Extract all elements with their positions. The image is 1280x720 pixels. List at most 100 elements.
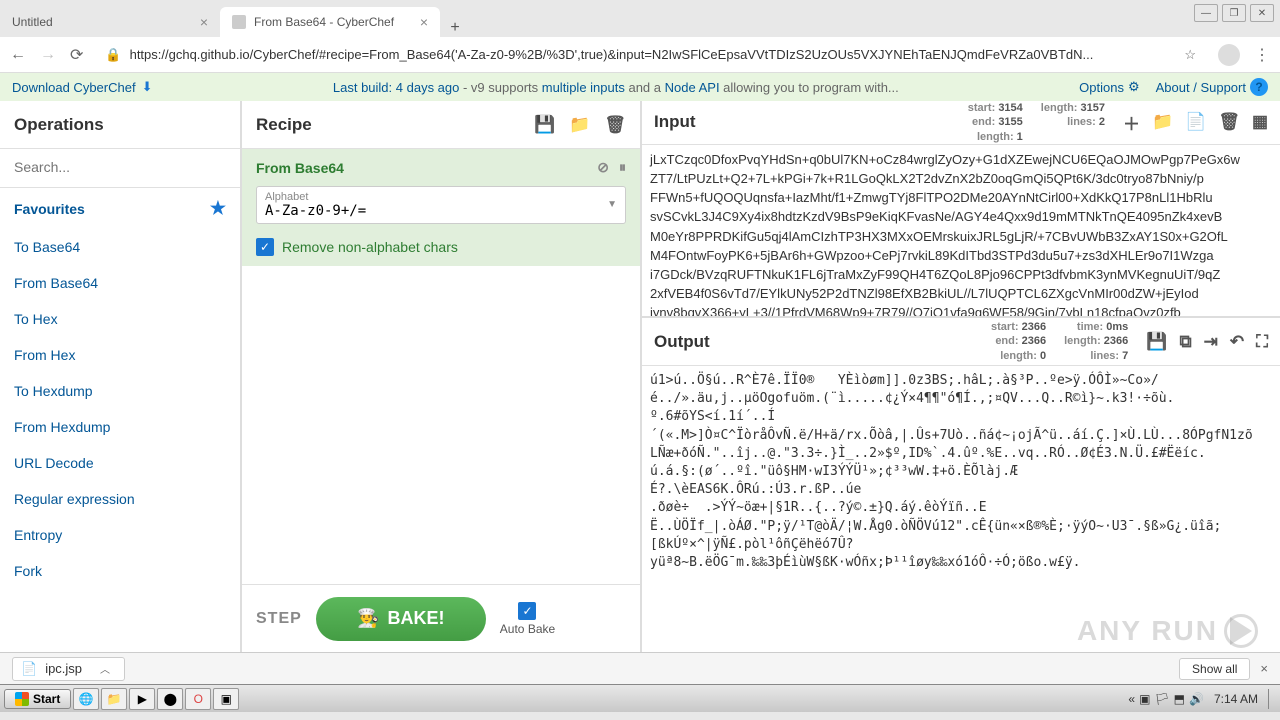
file-icon: 📄 [21, 661, 37, 677]
flag-icon[interactable]: 🏳 [1154, 692, 1169, 706]
output-header: Output start: 2366end: 2366length: 0 tim… [642, 318, 1280, 366]
url-bar[interactable]: 🔒 https://gchq.github.io/CyberChef/#reci… [97, 47, 1204, 63]
recipe-title: Recipe 💾 📁 🗑 [242, 101, 640, 149]
tab-cyberchef[interactable]: From Base64 - CyberChef × [220, 7, 440, 37]
help-icon: ? [1250, 78, 1268, 96]
op-to-hexdump[interactable]: To Hexdump [0, 373, 240, 409]
chevron-up-icon[interactable]: ︿ [100, 661, 110, 676]
banner: Download CyberChef ⬇ Last build: 4 days … [0, 73, 1280, 101]
ie-icon[interactable]: 🌐 [73, 688, 99, 710]
input-stats: start: 3154end: 3155length: 1 length: 31… [968, 101, 1105, 144]
options-link[interactable]: Options ⚙ [1079, 79, 1139, 95]
checkbox-icon: ✓ [518, 602, 536, 620]
clear-icon[interactable]: 🗑 [1218, 112, 1240, 132]
input-text[interactable]: jLxTCzqc0DfoxPvqYHdSn+q0bUl7KN+oCz84wrgl… [642, 145, 1280, 316]
search-input[interactable] [14, 159, 226, 175]
output-text[interactable]: ú1>ú..Ö§ú..R^È7ê.ÏÏ0® YÈìòøm]].0z3BS;.hâ… [642, 366, 1280, 578]
move-to-input-icon[interactable]: ⇥ [1204, 332, 1218, 352]
browser-toolbar: ← → ⟳ 🔒 https://gchq.github.io/CyberChef… [0, 37, 1280, 73]
taskbar: Start 🌐 📁 ▶ ⬤ O ▣ « ▣ 🏳 ⬒ 🔊 7:14 AM [0, 684, 1280, 712]
chef-icon: 👨‍🍳 [357, 608, 379, 629]
folder-icon[interactable]: 📁 [569, 115, 590, 135]
add-tab-icon[interactable]: ＋ [1123, 110, 1140, 135]
input-header: Input start: 3154end: 3155length: 1 leng… [642, 101, 1280, 145]
operations-panel: Operations Favourites ★ To Base64 From B… [0, 101, 242, 652]
remove-chars-checkbox[interactable]: ✓ Remove non-alphabet chars [256, 238, 626, 256]
op-from-hexdump[interactable]: From Hexdump [0, 409, 240, 445]
op-from-base64[interactable]: From Base64 [0, 265, 240, 301]
bookmark-icon[interactable]: ☆ [1184, 47, 1196, 63]
reload-icon[interactable]: ⟳ [70, 45, 83, 65]
copy-icon[interactable]: ⧉ [1179, 332, 1191, 352]
about-link[interactable]: About / Support ? [1156, 78, 1268, 96]
alphabet-select[interactable]: Alphabet A-Za-z0-9+/= ▼ [256, 186, 626, 224]
banner-text: Last build: 4 days ago - v9 supports mul… [333, 80, 899, 95]
step-button[interactable]: STEP [256, 610, 302, 628]
io-panel: Input start: 3154end: 3155length: 1 leng… [642, 101, 1280, 652]
op-to-base64[interactable]: To Base64 [0, 229, 240, 265]
volume-icon[interactable]: 🔊 [1189, 692, 1204, 706]
recipe-panel: Recipe 💾 📁 🗑 From Base64 ⊘ ⏸ Alphabet A [242, 101, 642, 652]
close-icon[interactable]: × [1260, 661, 1268, 676]
menu-icon[interactable]: ⋮ [1254, 45, 1270, 65]
show-all-button[interactable]: Show all [1179, 658, 1250, 680]
new-tab-button[interactable]: + [440, 19, 470, 37]
autobake-toggle[interactable]: ✓ Auto Bake [500, 602, 555, 636]
trash-icon[interactable]: 🗑 [604, 115, 626, 135]
search-box [0, 149, 240, 188]
media-icon[interactable]: ▶ [129, 688, 155, 710]
recipe-footer: STEP 👨‍🍳 BAKE! ✓ Auto Bake [242, 584, 640, 652]
start-button[interactable]: Start [4, 689, 71, 709]
open-folder-icon[interactable]: 📁 [1152, 112, 1173, 132]
alphabet-label: Alphabet [265, 191, 617, 203]
star-icon: ★ [210, 198, 226, 219]
save-output-icon[interactable]: 💾 [1146, 332, 1167, 352]
close-icon[interactable]: × [200, 14, 208, 30]
reset-layout-icon[interactable]: ▦ [1252, 112, 1268, 132]
app-icon[interactable]: ▣ [213, 688, 239, 710]
disable-icon[interactable]: ⊘ [597, 159, 609, 176]
bake-button[interactable]: 👨‍🍳 BAKE! [316, 597, 486, 641]
clock[interactable]: 7:14 AM [1214, 692, 1258, 706]
explorer-icon[interactable]: 📁 [101, 688, 127, 710]
input-section: Input start: 3154end: 3155length: 1 leng… [642, 101, 1280, 318]
forward-icon[interactable]: → [40, 46, 56, 64]
close-icon[interactable]: ✕ [1250, 4, 1274, 22]
minimize-icon[interactable]: — [1194, 4, 1218, 22]
op-fork[interactable]: Fork [0, 553, 240, 589]
gear-icon: ⚙ [1128, 79, 1140, 95]
download-item[interactable]: 📄 ipc.jsp ︿ [12, 657, 125, 681]
recipe-operation[interactable]: From Base64 ⊘ ⏸ Alphabet A-Za-z0-9+/= ▼ … [242, 149, 640, 266]
output-section: Output start: 2366end: 2366length: 0 tim… [642, 318, 1280, 652]
pause-icon[interactable]: ⏸ [619, 159, 626, 176]
open-file-icon[interactable]: 📄 [1185, 112, 1206, 132]
maximize-icon[interactable]: ❐ [1222, 4, 1246, 22]
op-url-decode[interactable]: URL Decode [0, 445, 240, 481]
output-stats: start: 2366end: 2366length: 0 time: 0msl… [991, 320, 1128, 363]
chrome-icon[interactable]: ⬤ [157, 688, 183, 710]
show-desktop[interactable] [1268, 689, 1276, 709]
lock-icon: 🔒 [105, 47, 121, 63]
opera-icon[interactable]: O [185, 688, 211, 710]
op-from-hex[interactable]: From Hex [0, 337, 240, 373]
profile-icon[interactable] [1218, 44, 1240, 66]
alphabet-value: A-Za-z0-9+/= [265, 203, 617, 219]
download-link[interactable]: Download CyberChef [12, 80, 136, 95]
close-icon[interactable]: × [420, 14, 428, 30]
op-to-hex[interactable]: To Hex [0, 301, 240, 337]
tab-untitled[interactable]: Untitled × [0, 7, 220, 37]
operations-title: Operations [0, 101, 240, 149]
op-entropy[interactable]: Entropy [0, 517, 240, 553]
tray-icon[interactable]: ⬒ [1174, 692, 1185, 706]
op-regex[interactable]: Regular expression [0, 481, 240, 517]
download-icon[interactable]: ⬇ [142, 79, 153, 95]
back-icon[interactable]: ← [10, 46, 26, 64]
app-main: Operations Favourites ★ To Base64 From B… [0, 101, 1280, 652]
tray-icon[interactable]: ▣ [1139, 692, 1150, 706]
tray-expand-icon[interactable]: « [1128, 692, 1135, 706]
system-tray: « ▣ 🏳 ⬒ 🔊 7:14 AM [1128, 689, 1276, 709]
favourites-category[interactable]: Favourites ★ [0, 188, 240, 229]
fullscreen-icon[interactable]: ⛶ [1256, 332, 1268, 352]
save-icon[interactable]: 💾 [534, 115, 555, 135]
undo-icon[interactable]: ↶ [1230, 332, 1244, 352]
